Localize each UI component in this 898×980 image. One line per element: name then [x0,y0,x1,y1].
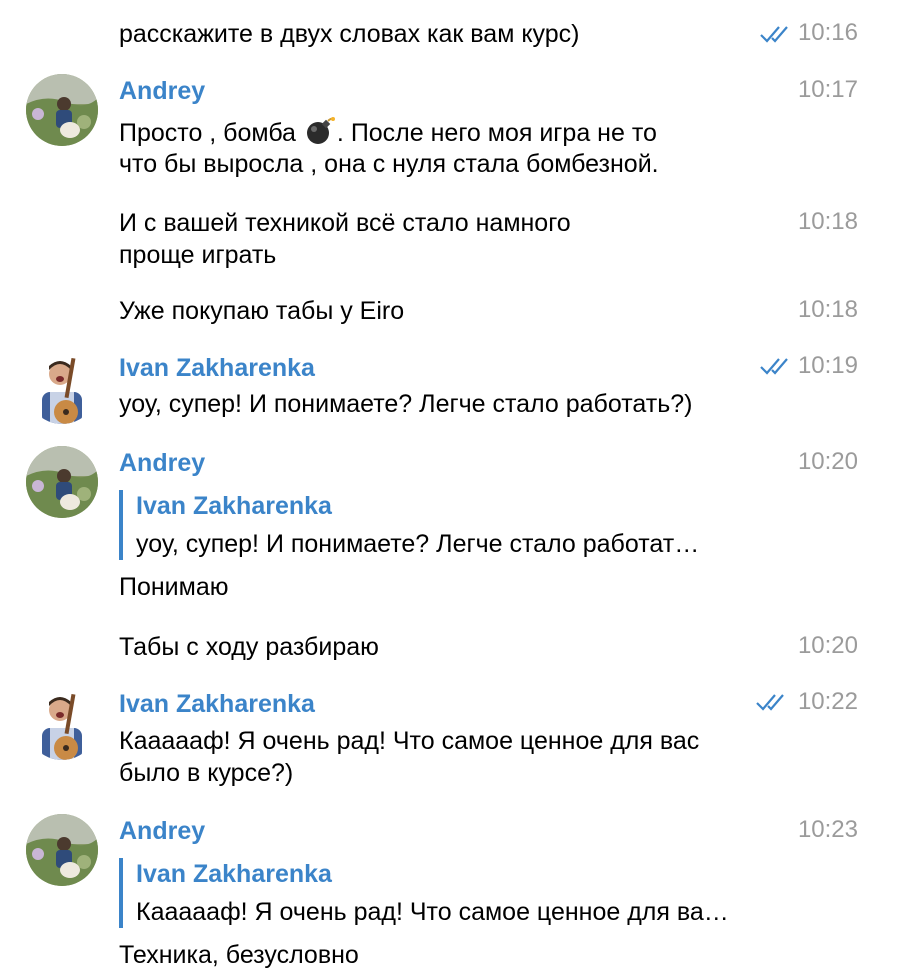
message-text: Уже покупаю табы у Eiro [119,297,405,325]
sender-name[interactable]: Ivan Zakharenka [119,689,315,719]
double-check-icon [760,26,788,43]
message-time: 10:23 [797,816,858,843]
reply-quote[interactable]: Ivan Zakharenka Каааааф! Я очень рад! Чт… [119,858,776,928]
message-text-line: проще играть [119,241,277,269]
message-text: Табы с ходу разбираю [119,633,379,661]
message-text-line: что бы выросла , она с нуля стала бомбез… [119,150,659,178]
message-time: 10:17 [797,76,858,103]
message-time: 10:19 [797,352,858,379]
message-time: 10:20 [797,632,858,659]
reply-sender: Ivan Zakharenka [136,492,332,520]
message-text-line: было в курсе?) [119,759,294,787]
message-text: Техника, безусловно [119,941,359,969]
message-text-part: . После него моя игра не то [336,119,657,147]
avatar[interactable] [26,688,98,760]
reply-text: Каааааф! Я очень рад! Что самое ценное д… [136,898,729,926]
message-text: Понимаю [119,573,229,601]
sender-name[interactable]: Andrey [119,816,205,846]
sender-name[interactable]: Andrey [119,76,205,106]
message-text: расскажите в двух словах как вам курс) [119,20,580,48]
sender-name[interactable]: Ivan Zakharenka [119,353,315,383]
message-time: 10:16 [797,19,858,46]
message-text: уоу, супер! И понимаете? Легче стало раб… [119,390,693,418]
message-text: Просто , бомба . После него моя игра не … [119,116,657,149]
reply-sender: Ivan Zakharenka [136,860,332,888]
message-time: 10:22 [797,688,858,715]
double-check-icon [760,358,788,375]
reply-quote[interactable]: Ivan Zakharenka уоу, супер! И понимаете?… [119,490,776,560]
bomb-emoji-icon [306,117,335,144]
avatar[interactable] [26,352,98,424]
message-time: 10:18 [797,208,858,235]
sender-name[interactable]: Andrey [119,448,205,478]
avatar[interactable] [26,814,98,886]
avatar[interactable] [26,446,98,518]
double-check-icon [756,694,784,711]
message-text-part: Просто , бомба [119,119,296,147]
message-text-line: И с вашей техникой всё стало намного [119,209,571,237]
reply-text: уоу, супер! И понимаете? Легче стало раб… [136,530,700,558]
message-text-line: Каааааф! Я очень рад! Что самое ценное д… [119,727,700,755]
message-time: 10:18 [797,296,858,323]
message-time: 10:20 [797,448,858,475]
avatar[interactable] [26,74,98,146]
